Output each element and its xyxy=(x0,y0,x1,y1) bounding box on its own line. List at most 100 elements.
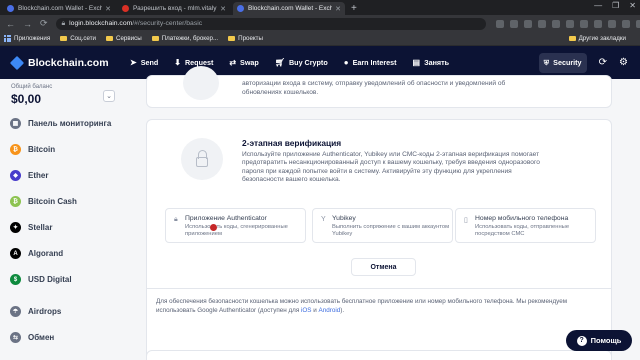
gmail-favicon-icon xyxy=(122,5,129,12)
bookmark-folder[interactable]: Соц.сети xyxy=(60,35,96,42)
new-tab-button[interactable]: + xyxy=(351,2,357,15)
bookmark-folder[interactable]: Проекты xyxy=(228,35,263,42)
folder-icon xyxy=(60,36,68,41)
airdrops-icon: ☂ xyxy=(10,306,21,317)
footnote-end: ). xyxy=(340,307,345,314)
extension-icon[interactable] xyxy=(495,19,504,28)
sidebar-item-bitcoin[interactable]: ₿ Bitcoin xyxy=(10,144,55,155)
extension-icon[interactable] xyxy=(635,19,640,28)
cart-icon: 🛒︎ xyxy=(274,58,285,67)
footnote-text: Для обеспечения безопасности кошелька мо… xyxy=(156,298,568,314)
extension-icon[interactable] xyxy=(579,19,588,28)
phone-icon: ▯ xyxy=(464,217,468,224)
notifications-card: авторизации входа в систему, отправку ув… xyxy=(146,66,612,108)
swap-icon: ⇄ xyxy=(229,58,237,67)
forward-arrow-icon[interactable]: → xyxy=(23,19,32,29)
extension-icon[interactable] xyxy=(523,19,532,28)
nav-buy-crypto-button[interactable]: 🛒︎ Buy Crypto xyxy=(275,58,328,67)
notifications-text: авторизации входа в систему, отправку ув… xyxy=(242,80,506,96)
gear-icon[interactable]: ⚙ xyxy=(619,57,628,68)
yubikey-option[interactable]: Y Yubikey Выполнить сопряжение с вашим а… xyxy=(312,208,453,243)
sidebar-item-usd-digital[interactable]: $ USD Digital xyxy=(10,274,72,285)
url-host: login.blockchain.com xyxy=(69,20,133,27)
reload-icon[interactable]: ⟳ xyxy=(40,18,48,29)
folder-icon xyxy=(568,36,576,41)
android-link[interactable]: Android xyxy=(319,307,341,314)
option-title: Yubikey xyxy=(332,215,356,222)
maximize-button[interactable]: ❐ xyxy=(612,1,619,10)
back-arrow-icon[interactable]: ← xyxy=(6,19,15,29)
bookmarks-bar: Приложения Соц.сети Сервисы Платежки, бр… xyxy=(0,32,640,46)
authenticator-option[interactable]: 🔒︎ Приложение Authenticator Использовать… xyxy=(165,208,306,243)
algorand-icon: A xyxy=(10,248,21,259)
sidebar-item-stellar[interactable]: ✦ Stellar xyxy=(10,222,52,233)
interest-icon: ● xyxy=(343,58,349,67)
nav-send-button[interactable]: ➤ Send xyxy=(130,58,158,67)
browser-tab-1[interactable]: Blockchain.com Wallet - Exchange ✕ xyxy=(3,2,115,15)
other-bookmarks[interactable]: Другие закладки xyxy=(568,35,626,42)
option-description: Использовать коды, отправленные посредст… xyxy=(475,224,570,237)
extension-icon[interactable] xyxy=(565,19,574,28)
bookmark-label: Соц.сети xyxy=(70,35,96,42)
extension-icon[interactable] xyxy=(607,19,616,28)
minimize-button[interactable]: — xyxy=(594,1,602,10)
mobile-phone-option[interactable]: ▯ Номер мобильного телефона Использовать… xyxy=(455,208,596,243)
ios-link[interactable]: iOS xyxy=(301,307,312,314)
bitcoin-icon: ₿ xyxy=(10,144,21,155)
security-button[interactable]: ⛨ Security xyxy=(538,52,587,73)
logo[interactable]: Blockchain.com xyxy=(9,55,130,70)
two-step-verification-card: 2-этапная верификация Используйте прилож… xyxy=(146,119,612,360)
sidebar-item-exchange[interactable]: ⇆ Обмен xyxy=(10,332,54,343)
stellar-icon: ✦ xyxy=(10,222,21,233)
blockchain-favicon-icon xyxy=(237,5,244,12)
extension-icon[interactable] xyxy=(537,19,546,28)
extension-icon[interactable] xyxy=(551,19,560,28)
send-icon: ➤ xyxy=(130,58,137,67)
close-tab-icon[interactable]: ✕ xyxy=(105,5,111,13)
footnote-and: и xyxy=(313,307,317,314)
bookmark-folder[interactable]: Платежки, брокер... xyxy=(151,35,218,42)
cancel-button[interactable]: Отмена xyxy=(351,258,416,276)
sidebar-item-airdrops[interactable]: ☂ Airdrops xyxy=(10,306,61,317)
extension-icon[interactable] xyxy=(593,19,602,28)
extension-icon[interactable] xyxy=(621,19,630,28)
tab-title: Blockchain.com Wallet - Exchange xyxy=(18,5,103,12)
help-button[interactable]: ? Помощь xyxy=(566,330,632,351)
sidebar-item-label: Bitcoin xyxy=(28,145,56,154)
nav-label: Send xyxy=(140,58,159,67)
help-icon: ? xyxy=(576,335,587,346)
yubikey-icon: Y xyxy=(321,216,326,223)
close-tab-icon[interactable]: ✕ xyxy=(220,5,226,13)
url-path: /#/security-center/basic xyxy=(132,20,203,27)
sidebar-item-algorand[interactable]: A Algorand xyxy=(10,248,63,259)
bookmark-folder[interactable]: Сервисы xyxy=(106,35,142,42)
refresh-icon[interactable]: ⟳ xyxy=(599,57,607,68)
nav-earn-interest-button[interactable]: ● Earn Interest xyxy=(344,58,397,67)
close-tab-icon[interactable]: ✕ xyxy=(335,5,341,13)
borrow-icon: ▤ xyxy=(412,58,421,67)
extension-icon[interactable] xyxy=(509,19,518,28)
sidebar-item-bitcoin-cash[interactable]: ₿ Bitcoin Cash xyxy=(10,196,77,207)
nav-borrow-button[interactable]: ▤ Занять xyxy=(413,58,450,67)
close-window-button[interactable]: ✕ xyxy=(629,1,636,10)
next-security-card xyxy=(146,350,612,360)
sidebar-item-label: Algorand xyxy=(28,249,64,258)
option-description: Использовать коды, сгенерированные прило… xyxy=(185,224,288,237)
url-input[interactable]: 🔒︎ login.blockchain.com/#/security-cente… xyxy=(55,17,486,30)
other-bookmarks-label: Другие закладки xyxy=(578,35,626,42)
sidebar-item-label: Ether xyxy=(28,171,49,180)
security-label: Security xyxy=(553,58,582,67)
lock-icon xyxy=(181,138,223,180)
sidebar-item-dashboard[interactable]: ▦ Панель мониторинга xyxy=(10,118,111,129)
chevron-down-icon[interactable]: ⌄ xyxy=(103,90,115,102)
browser-tab-2[interactable]: Разрешить вход - mlm.vitaly18@ ✕ xyxy=(118,2,230,15)
bookmark-apps[interactable]: Приложения xyxy=(4,35,50,42)
browser-tabbar: Blockchain.com Wallet - Exchange ✕ Разре… xyxy=(0,0,640,15)
dashboard-icon: ▦ xyxy=(10,118,21,129)
logo-text: Blockchain.com xyxy=(28,56,109,69)
nav-label: Earn Interest xyxy=(352,58,397,67)
nav-request-button[interactable]: ⬇ Request xyxy=(174,58,213,67)
browser-tab-3[interactable]: Blockchain.com Wallet - Exchange ✕ xyxy=(233,2,345,15)
nav-swap-button[interactable]: ⇄ Swap xyxy=(229,58,258,67)
sidebar-item-ether[interactable]: ◆ Ether xyxy=(10,170,48,181)
